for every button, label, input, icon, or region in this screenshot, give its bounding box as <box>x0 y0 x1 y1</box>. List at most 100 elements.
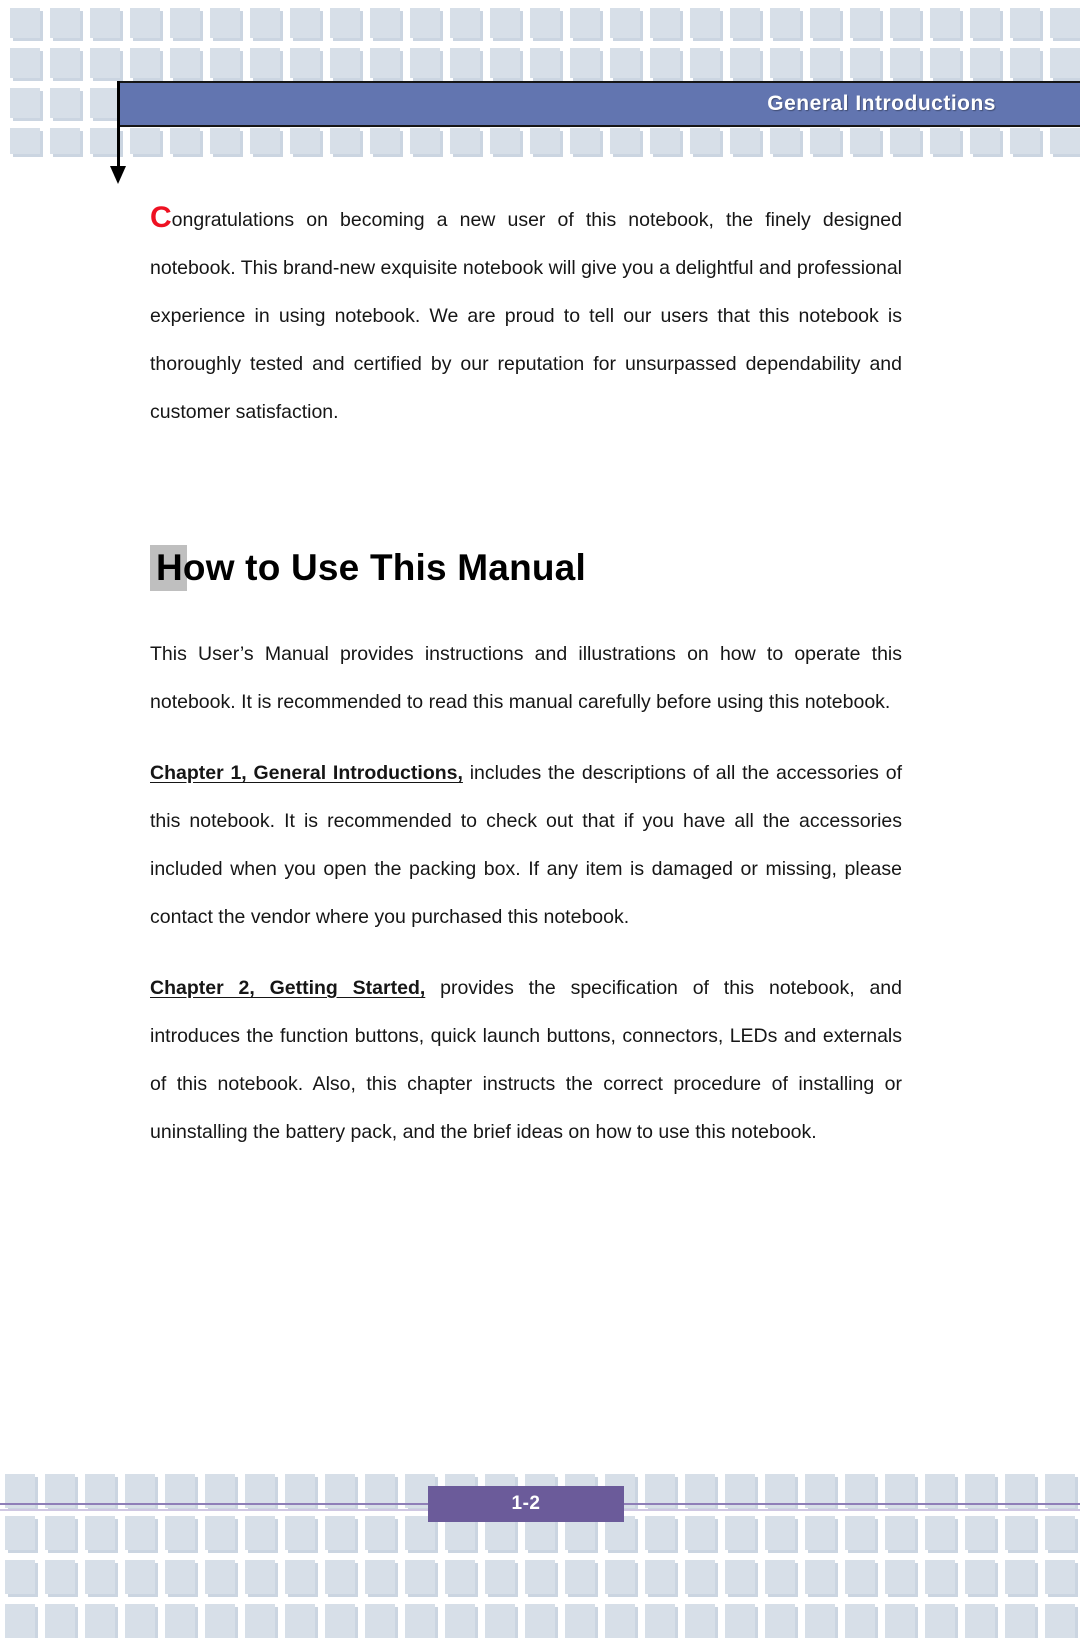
decorative-square <box>325 1516 355 1550</box>
decorative-square <box>325 1604 355 1638</box>
decorative-square <box>90 48 120 78</box>
decorative-square <box>10 88 40 118</box>
decorative-square <box>170 128 200 154</box>
decorative-square <box>1010 8 1040 38</box>
decorative-square <box>690 128 720 154</box>
decorative-square <box>130 8 160 38</box>
decorative-square <box>245 1604 275 1638</box>
decorative-square <box>1005 1516 1035 1550</box>
decorative-square <box>90 128 120 154</box>
decorative-square-band-top <box>0 0 1080 160</box>
decorative-square <box>10 8 40 38</box>
decorative-square <box>530 8 560 38</box>
chapter-2-paragraph: Chapter 2, Getting Started, provides the… <box>150 964 902 1156</box>
decorative-square <box>370 128 400 154</box>
decorative-square <box>650 8 680 38</box>
decorative-square <box>330 48 360 78</box>
decorative-square <box>90 88 120 118</box>
decorative-square <box>730 128 760 154</box>
decorative-square <box>10 128 40 154</box>
decorative-square <box>45 1604 75 1638</box>
decorative-square <box>965 1560 995 1594</box>
decorative-square <box>445 1560 475 1594</box>
decorative-square <box>570 8 600 38</box>
decorative-square <box>530 48 560 78</box>
decorative-square <box>645 1560 675 1594</box>
decorative-square <box>610 48 640 78</box>
intro-paragraph-text: ongratulations on becoming a new user of… <box>150 209 902 423</box>
decorative-square <box>1010 48 1040 78</box>
decorative-square <box>770 48 800 78</box>
decorative-square <box>1010 128 1040 154</box>
decorative-square <box>1005 1560 1035 1594</box>
decorative-square <box>285 1516 315 1550</box>
decorative-square <box>810 8 840 38</box>
decorative-square <box>650 48 680 78</box>
decorative-square <box>930 48 960 78</box>
decorative-square <box>490 128 520 154</box>
decorative-square <box>250 8 280 38</box>
decorative-square <box>365 1516 395 1550</box>
chapter-2-text: provides the specification of this noteb… <box>150 977 903 1143</box>
decorative-square <box>250 128 280 154</box>
decorative-square <box>485 1560 515 1594</box>
decorative-square <box>925 1604 955 1638</box>
decorative-square <box>5 1516 35 1550</box>
decorative-square <box>405 1604 435 1638</box>
decorative-square <box>450 128 480 154</box>
decorative-square <box>610 128 640 154</box>
decorative-square <box>45 1516 75 1550</box>
decorative-square <box>850 128 880 154</box>
decorative-square <box>570 128 600 154</box>
header-arrow-head-icon <box>110 166 126 184</box>
decorative-square <box>850 8 880 38</box>
decorative-square <box>690 48 720 78</box>
manual-intro-paragraph: This User’s Manual provides instructions… <box>150 643 902 713</box>
decorative-square-row <box>0 1604 1080 1638</box>
decorative-square <box>845 1560 875 1594</box>
intro-paragraph: Congratulations on becoming a new user o… <box>150 196 902 436</box>
decorative-square <box>330 8 360 38</box>
decorative-square <box>490 48 520 78</box>
decorative-square <box>525 1604 555 1638</box>
decorative-square <box>845 1516 875 1550</box>
decorative-square <box>925 1516 955 1550</box>
decorative-square <box>645 1516 675 1550</box>
chapter-1-paragraph: Chapter 1, General Introductions, includ… <box>150 749 902 941</box>
decorative-square <box>685 1604 715 1638</box>
chapter-1-label: Chapter 1, General Introductions, <box>150 762 463 784</box>
decorative-square-row <box>0 128 1080 154</box>
decorative-square <box>645 1604 675 1638</box>
decorative-square <box>165 1516 195 1550</box>
decorative-square <box>365 1604 395 1638</box>
decorative-square <box>165 1604 195 1638</box>
decorative-square <box>805 1516 835 1550</box>
chapter-1-text: includes the descriptions of all the acc… <box>150 762 902 928</box>
decorative-square <box>50 128 80 154</box>
decorative-square <box>165 1560 195 1594</box>
decorative-square <box>765 1516 795 1550</box>
decorative-square <box>965 1516 995 1550</box>
decorative-square <box>765 1560 795 1594</box>
decorative-square <box>570 48 600 78</box>
decorative-square <box>290 128 320 154</box>
decorative-square <box>885 1516 915 1550</box>
decorative-square <box>325 1560 355 1594</box>
decorative-square <box>810 48 840 78</box>
decorative-square <box>1050 48 1080 78</box>
decorative-square <box>725 1560 755 1594</box>
decorative-square <box>290 48 320 78</box>
decorative-square <box>50 88 80 118</box>
decorative-square <box>125 1516 155 1550</box>
decorative-square <box>1050 128 1080 154</box>
decorative-square <box>1045 1604 1075 1638</box>
decorative-square <box>125 1560 155 1594</box>
decorative-square <box>805 1560 835 1594</box>
decorative-square <box>50 48 80 78</box>
decorative-square <box>770 128 800 154</box>
decorative-square <box>210 48 240 78</box>
decorative-square <box>770 8 800 38</box>
decorative-square <box>205 1516 235 1550</box>
decorative-square <box>90 8 120 38</box>
decorative-square <box>890 128 920 154</box>
